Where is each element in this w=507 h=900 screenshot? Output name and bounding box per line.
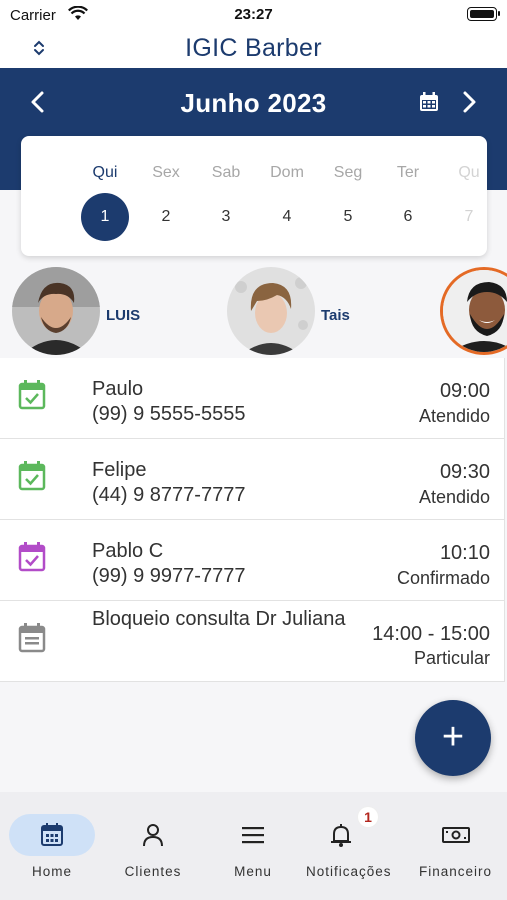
app-header: IGIC Barber [0, 30, 507, 68]
appointment-status: Particular [413, 648, 490, 668]
day-number: 2 [161, 208, 171, 225]
appointment-status: Confirmado [396, 568, 490, 588]
avatar [227, 267, 315, 355]
appointment-status: Atendido [418, 406, 490, 426]
plus-icon: + [441, 716, 465, 758]
bell-icon [331, 824, 351, 847]
day-item[interactable]: Qui 1 [75, 136, 135, 256]
appointment-row[interactable]: Bloqueio consulta Dr Juliana 14:00 - 15:… [0, 601, 505, 682]
day-item[interactable]: Sex 2 [136, 136, 196, 256]
day-item[interactable]: Seg 5 [318, 136, 378, 256]
day-name: Seg [333, 164, 363, 181]
day-item[interactable]: Dom 4 [257, 136, 317, 256]
day-item[interactable]: Sab 3 [196, 136, 256, 256]
avatar [12, 267, 100, 355]
appointments-list: Paulo (99) 9 5555-5555 09:00 Atendido Fe… [0, 358, 507, 682]
notification-badge: 1 [358, 807, 378, 827]
day-name: Sab [211, 164, 241, 181]
calendar-check-icon [18, 542, 46, 572]
status-time: 23:27 [234, 6, 273, 23]
nav-item-financeiro[interactable]: Financeiro [404, 792, 507, 900]
calendar-check-icon [18, 461, 46, 491]
appointment-status: Atendido [418, 487, 490, 507]
client-phone: (44) 9 8777-7777 [92, 484, 246, 506]
appointment-time: 09:00 [439, 380, 490, 402]
menu-icon [242, 827, 264, 844]
appointment-row[interactable]: Felipe (44) 9 8777-7777 09:30 Atendido [0, 439, 505, 520]
nav-label: Notificações [306, 864, 392, 879]
add-appointment-button[interactable]: + [415, 700, 491, 776]
nav-item-menu[interactable]: Menu [202, 792, 304, 900]
appointment-row[interactable]: Pablo C (99) 9 9977-7777 10:10 Confirmad… [0, 520, 505, 601]
nav-item-notificacoes[interactable]: 1 Notificações [304, 792, 404, 900]
nav-item-home[interactable]: Home [0, 792, 104, 900]
day-item[interactable]: Ter 6 [378, 136, 438, 256]
day-name: Qui [92, 164, 118, 181]
day-number: 6 [403, 208, 413, 225]
client-name: Bloqueio consulta Dr Juliana [92, 608, 346, 630]
app-title: IGIC Barber [185, 34, 322, 62]
nav-label: Menu [234, 864, 272, 879]
day-number: 7 [464, 208, 474, 225]
bottom-navigation: Home Clientes Menu 1 Notificações Financ… [0, 792, 507, 900]
day-name: Qu [458, 164, 480, 181]
client-name: Paulo [92, 378, 144, 400]
nav-label: Clientes [124, 864, 182, 879]
professional-name: LUIS [106, 307, 141, 324]
calendar-check-icon [18, 380, 46, 410]
person-icon [143, 824, 163, 847]
professional-name: Tais [321, 307, 350, 324]
appointment-time: 14:00 - 15:00 [372, 623, 490, 645]
professionals-list: LUIS Tais [0, 262, 507, 358]
appointment-time: 09:30 [439, 461, 490, 483]
status-bar: Carrier 23:27 [0, 0, 507, 30]
client-name: Felipe [92, 459, 147, 481]
appointment-row[interactable]: Paulo (99) 9 5555-5555 09:00 Atendido [0, 358, 505, 439]
day-item[interactable]: Qu 7 [439, 136, 487, 256]
professional-item[interactable]: Tais [227, 267, 377, 355]
client-name: Pablo C [92, 540, 164, 562]
battery-icon [467, 7, 500, 21]
calendar-icon [41, 823, 63, 846]
nav-label: Financeiro [418, 864, 493, 879]
calendar-note-icon [18, 623, 46, 653]
day-number: 1 [81, 193, 129, 241]
day-number: 3 [221, 208, 231, 225]
nav-label: Home [31, 864, 72, 879]
day-name: Dom [270, 164, 304, 181]
professional-item[interactable]: LUIS [12, 267, 162, 355]
client-phone: (99) 9 5555-5555 [92, 403, 246, 425]
day-number: 5 [343, 208, 353, 225]
day-name: Ter [396, 164, 420, 181]
client-phone: (99) 9 9977-7777 [92, 565, 246, 587]
nav-item-clientes[interactable]: Clientes [104, 792, 202, 900]
money-icon [441, 827, 470, 843]
avatar [440, 267, 507, 355]
calendar-picker-icon[interactable] [418, 91, 440, 113]
next-month-icon[interactable] [459, 90, 479, 114]
appointment-time: 10:10 [439, 542, 490, 564]
day-selector: Qui 1 Sex 2 Sab 3 Dom 4 Seg 5 Ter 6 Qu 7 [21, 136, 487, 256]
day-number: 4 [282, 208, 292, 225]
professional-item[interactable] [440, 267, 507, 355]
day-name: Sex [152, 164, 180, 181]
